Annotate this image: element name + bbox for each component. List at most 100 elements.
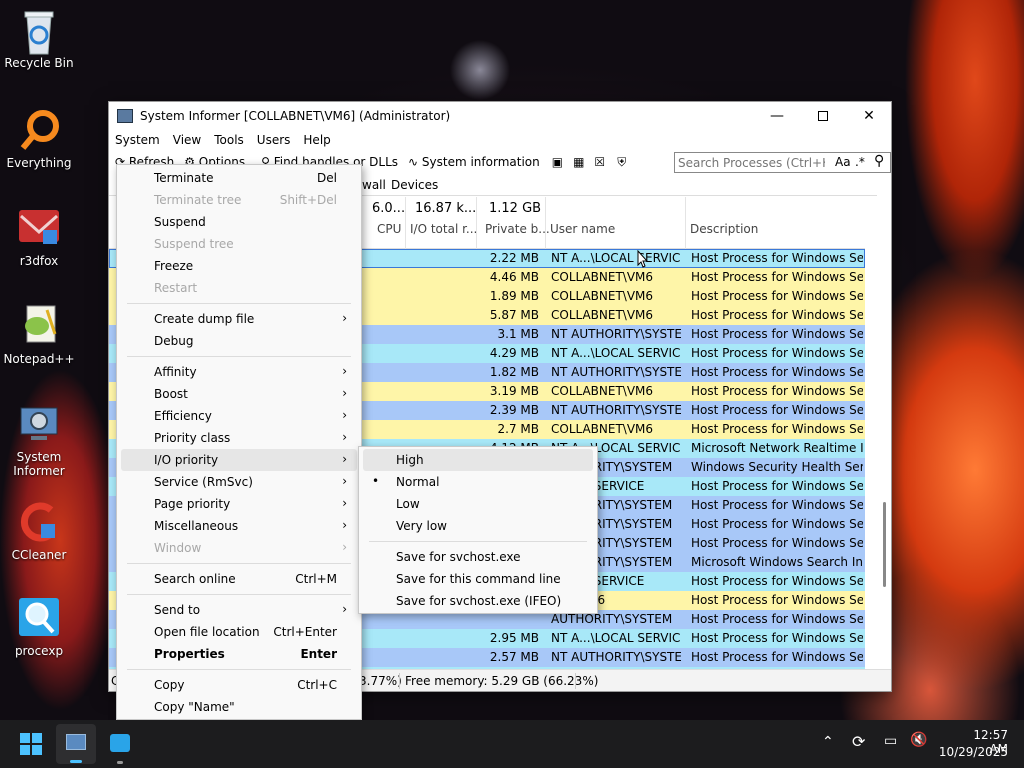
menu-copy[interactable]: Copy Ctrl+C	[121, 674, 357, 696]
display-icon[interactable]: ▭	[884, 733, 897, 749]
menu-separator	[127, 563, 351, 564]
col-user[interactable]: User name	[550, 222, 615, 236]
col-divider	[405, 197, 406, 249]
menu-help[interactable]: Help	[303, 133, 330, 147]
start-button[interactable]	[20, 733, 42, 755]
col-desc[interactable]: Description	[690, 222, 758, 236]
chevron-up-icon[interactable]: ⌃	[822, 734, 834, 750]
menu-separator	[127, 356, 351, 357]
cell-user: NT A...\LOCAL SERVICE	[551, 346, 681, 360]
cell-pb: 4.46 MB	[489, 270, 539, 284]
taskbar-app-system-informer[interactable]	[56, 724, 96, 764]
menu-freeze[interactable]: Freeze	[121, 255, 357, 277]
menu-separator	[127, 669, 351, 670]
menu-miscellaneous[interactable]: Miscellaneous ›	[121, 515, 357, 537]
cell-pb: 3.19 MB	[489, 384, 539, 398]
menu-terminate[interactable]: Terminate Del	[121, 167, 357, 189]
desktop-icon-everything[interactable]: Everything	[0, 108, 78, 170]
menu-users[interactable]: Users	[257, 133, 291, 147]
desktop-icon-system-informer[interactable]: System Informer	[0, 402, 78, 478]
menu-suspend-tree: Suspend tree	[154, 237, 234, 251]
private-total: 1.12 GB	[489, 201, 542, 216]
desktop-icon-recycle-bin[interactable]: Recycle Bin	[0, 8, 78, 70]
menu-tools[interactable]: Tools	[214, 133, 244, 147]
desktop-icon-ccleaner[interactable]: CCleaner	[0, 500, 78, 562]
desktop-icon-procexp[interactable]: procexp	[0, 596, 78, 658]
find-window-icon[interactable]: ▦	[573, 155, 584, 169]
maximize-button[interactable]	[800, 102, 846, 130]
menu-boost[interactable]: Boost ›	[121, 383, 357, 405]
desktop-icon-label: Recycle Bin	[4, 56, 74, 70]
windows-logo-icon	[20, 733, 42, 755]
menu-open-file-location[interactable]: Open file location Ctrl+Enter	[121, 621, 357, 643]
search-icon[interactable]: ⚲	[874, 153, 884, 169]
cell-desc: Host Process for Windows Ser...	[691, 251, 863, 265]
minimize-button[interactable]: —	[754, 102, 800, 130]
col-io[interactable]: I/O total r...	[410, 222, 477, 236]
cpu-total: 6.0...	[372, 201, 406, 216]
submenu-very-low[interactable]: Very low	[363, 515, 593, 537]
search-box[interactable]: Aa .* ⚲	[674, 152, 891, 173]
window-icon[interactable]: ▣	[552, 155, 563, 169]
menu-efficiency[interactable]: Efficiency ›	[121, 405, 357, 427]
menu-suspend[interactable]: Suspend	[121, 211, 357, 233]
case-toggle[interactable]: Aa	[835, 155, 851, 169]
system-information-button[interactable]: ∿ System information	[408, 155, 540, 169]
cell-desc: Host Process for Windows Ser...	[691, 384, 863, 398]
menu-properties[interactable]: Properties Enter	[121, 643, 357, 665]
submenu-high[interactable]: High	[363, 449, 593, 471]
taskbar-app-procexp[interactable]	[100, 724, 140, 764]
menu-affinity[interactable]: Affinity ›	[121, 361, 357, 383]
shield-icon[interactable]: ⛨	[617, 155, 626, 170]
tab-firewall[interactable]: wall	[362, 178, 386, 192]
window-titlebar[interactable]: System Informer [COLLABNET\VM6] (Adminis…	[109, 102, 891, 130]
col-private[interactable]: Private b...	[485, 222, 550, 236]
menu-service[interactable]: Service (RmSvc) ›	[121, 471, 357, 493]
cell-desc: Host Process for Windows Ser...	[691, 327, 863, 341]
cell-desc: Host Process for Windows Ser...	[691, 479, 863, 493]
cell-desc: Windows Security Health Serv...	[691, 460, 863, 474]
clock-date[interactable]: 10/29/2025	[936, 745, 1008, 759]
vertical-scrollbar[interactable]	[879, 197, 891, 669]
menu-priority-class[interactable]: Priority class ›	[121, 427, 357, 449]
system-informer-icon	[66, 734, 86, 750]
menu-io-priority[interactable]: I/O priority ›	[121, 449, 357, 471]
scrollbar-thumb[interactable]	[883, 502, 886, 587]
volume-muted-icon[interactable]: 🔇	[910, 732, 927, 748]
r3dfox-icon	[17, 206, 61, 250]
regex-toggle[interactable]: .*	[855, 155, 865, 169]
cell-desc: Host Process for Windows Ser...	[691, 517, 863, 531]
col-cpu[interactable]: CPU	[377, 222, 401, 236]
menu-debug[interactable]: Debug	[121, 330, 357, 352]
menu-send-to[interactable]: Send to ›	[121, 599, 357, 621]
menu-page-priority[interactable]: Page priority ›	[121, 493, 357, 515]
status-divider	[399, 673, 400, 689]
submenu-normal[interactable]: • Normal	[363, 471, 593, 493]
col-divider	[685, 197, 686, 249]
submenu-save-svchost[interactable]: Save for svchost.exe	[363, 546, 593, 568]
menu-system[interactable]: System	[115, 133, 160, 147]
menu-search-online[interactable]: Search online Ctrl+M	[121, 568, 357, 590]
menu-view[interactable]: View	[173, 133, 201, 147]
desktop-icon-label: r3dfox	[19, 254, 59, 268]
menu-copy-name[interactable]: Copy "Name"	[121, 696, 357, 718]
cell-user: NT A...\LOCAL SERVICE	[551, 631, 681, 645]
tab-devices[interactable]: Devices	[391, 178, 438, 192]
search-input[interactable]	[675, 153, 825, 172]
app-icon	[117, 109, 133, 123]
submenu-low[interactable]: Low	[363, 493, 593, 515]
chevron-right-icon: ›	[342, 496, 347, 510]
active-indicator	[70, 760, 82, 763]
desktop-icon-notepadpp[interactable]: Notepad++	[0, 304, 78, 366]
submenu-save-ifeo[interactable]: Save for svchost.exe (IFEO)	[363, 590, 593, 612]
menu-create-dump[interactable]: Create dump file ›	[121, 308, 357, 330]
desktop-icon-r3dfox[interactable]: r3dfox	[0, 206, 78, 268]
chevron-right-icon: ›	[342, 311, 347, 325]
kill-window-icon[interactable]: ☒	[594, 155, 605, 169]
close-button[interactable]: ✕	[846, 102, 892, 130]
cell-desc: Host Process for Windows Ser...	[691, 289, 863, 303]
submenu-save-cmdline[interactable]: Save for this command line	[363, 568, 593, 590]
system-informer-icon	[17, 402, 61, 446]
cell-desc: Host Process for Windows Ser...	[691, 422, 863, 436]
sync-icon[interactable]: ⟳	[852, 732, 865, 751]
